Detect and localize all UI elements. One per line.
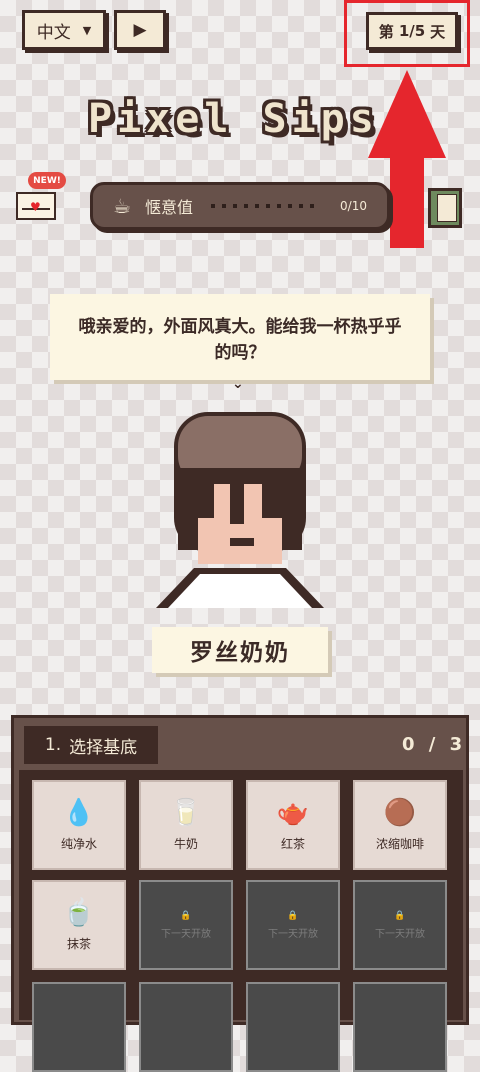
coziness-meter: ☕ 惬意值 0/10 — [90, 182, 390, 230]
lock-icon: 🔒 — [180, 910, 192, 921]
day-counter-highlight-box — [344, 0, 470, 67]
locked-ingredient-tile — [246, 982, 340, 1072]
lock-icon: 🔒 — [394, 910, 406, 921]
meter-progress-dots — [210, 204, 340, 208]
ingredient-label: 下一天开放 — [268, 928, 318, 940]
language-label: 中文 — [36, 22, 71, 43]
ingredient-label: 纯净水 — [60, 836, 97, 851]
meter-dot — [309, 204, 314, 208]
locked-ingredient-tile — [32, 982, 126, 1072]
meter-dot — [210, 204, 215, 208]
ingredient-label: 浓缩咖啡 — [375, 836, 424, 851]
lock-icon: 🔒 — [287, 910, 299, 921]
meter-label: 惬意值 — [144, 198, 193, 217]
new-badge: NEW! — [28, 172, 66, 189]
meter-dot — [221, 204, 226, 208]
step-number: 1. — [44, 735, 62, 755]
ingredient-tile[interactable]: 🫖 红茶 — [246, 780, 340, 870]
language-selector[interactable]: 中文 ▼ — [22, 10, 106, 50]
meter-dot — [265, 204, 270, 208]
meter-dot — [243, 204, 248, 208]
ingredient-tile[interactable]: 🥛 牛奶 — [139, 780, 233, 870]
locked-ingredient-tile — [353, 982, 447, 1072]
customer-name: 罗丝奶奶 — [152, 627, 328, 673]
locked-ingredient-tile: 🔒 下一天开放 — [246, 880, 340, 970]
step-title: 1. 选择基底 — [24, 726, 158, 764]
locked-ingredient-tile: 🔒 下一天开放 — [139, 880, 233, 970]
chevron-down-icon: ▼ — [82, 23, 92, 37]
ingredient-tile[interactable]: 💧 纯净水 — [32, 780, 126, 870]
dialogue-tail-icon: ⌄ — [232, 376, 244, 392]
teapot-icon: 🫖 — [276, 797, 310, 828]
game-title: Pixel Sips — [88, 96, 379, 142]
ingredient-grid: 💧 纯净水 🥛 牛奶 🫖 红茶 🟤 浓缩咖啡 🍵 抹茶 🔒 下一天开放 🔒 下一天开放 🔒 下一天开放 — [19, 770, 463, 1072]
ingredient-label: 抹茶 — [66, 936, 91, 951]
ingredient-label: 下一天开放 — [161, 928, 211, 940]
book-icon — [437, 194, 457, 222]
meter-dot — [276, 204, 281, 208]
ingredient-tile[interactable]: 🍵 抹茶 — [32, 880, 126, 970]
recipe-book-button[interactable] — [428, 188, 462, 228]
meter-dot — [254, 204, 259, 208]
milk-icon: 🥛 — [169, 797, 203, 828]
water-drop-icon: 💧 — [62, 797, 96, 828]
coffee-bean-icon: 🟤 — [383, 797, 417, 828]
locked-ingredient-tile — [139, 982, 233, 1072]
mail-button[interactable]: ♥ — [16, 192, 56, 220]
locked-ingredient-tile: 🔒 下一天开放 — [353, 880, 447, 970]
meter-count: 0/10 — [340, 199, 367, 213]
meter-dot — [287, 204, 292, 208]
ingredient-label: 红茶 — [280, 836, 305, 851]
heart-envelope-icon: ♥ — [30, 200, 41, 214]
step-title-text: 选择基底 — [69, 737, 138, 758]
ingredient-tile[interactable]: 🟤 浓缩咖啡 — [353, 780, 447, 870]
step-count: 0 / 3 — [402, 734, 467, 755]
ingredient-label: 牛奶 — [173, 836, 198, 851]
meter-dot — [232, 204, 237, 208]
customer-portrait — [156, 412, 324, 608]
coffee-cup-icon: ☕ — [113, 194, 131, 218]
meter-dot — [298, 204, 303, 208]
play-icon: ▶ — [133, 20, 147, 40]
ingredient-label: 下一天开放 — [375, 928, 425, 940]
dialogue-bubble: 哦亲爱的，外面风真大。能给我一杯热乎乎的吗？ — [50, 294, 430, 380]
tea-cup-icon: 🍵 — [62, 897, 96, 928]
play-button[interactable]: ▶ — [114, 10, 166, 50]
